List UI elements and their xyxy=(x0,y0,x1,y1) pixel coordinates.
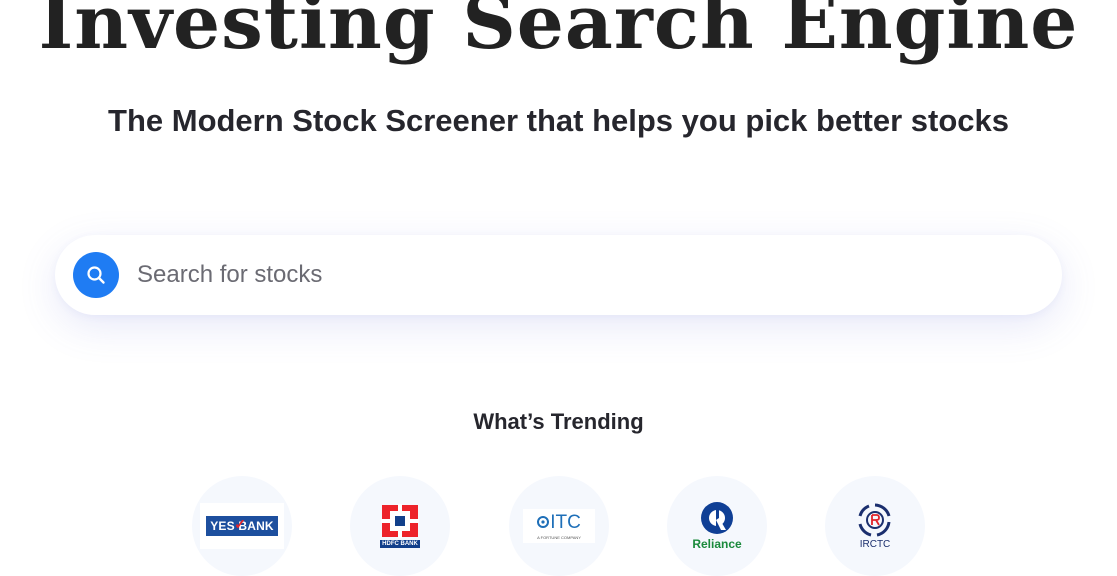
trending-item-reliance[interactable]: Reliance xyxy=(667,476,767,576)
irctc-logo-text: IRCTC xyxy=(859,539,891,550)
itc-logo-text: ITC xyxy=(550,511,581,533)
search-icon xyxy=(87,266,105,284)
yes-bank-logo: YES BANK ✓ xyxy=(200,503,284,549)
irctc-logo: IRCTC xyxy=(855,502,895,550)
itc-tagline: A FORTUNE COMPANY xyxy=(537,534,581,540)
search-button[interactable] xyxy=(73,252,119,298)
reliance-logo-text: Reliance xyxy=(692,537,742,551)
hdfc-bank-logo-text: HDFC BANK xyxy=(380,540,420,548)
itc-swirl-icon xyxy=(537,516,550,528)
trending-item-yes-bank[interactable]: YES BANK ✓ xyxy=(192,476,292,576)
irctc-emblem-icon xyxy=(858,503,891,537)
trending-title: What’s Trending xyxy=(473,409,644,434)
search-bar[interactable] xyxy=(55,235,1062,315)
page-subtitle: The Modern Stock Screener that helps you… xyxy=(108,103,1009,138)
page-title: Investing Search Engine xyxy=(38,0,1079,66)
trending-list: YES BANK ✓ HDFC BANK ITC A FORTUNE COMPA… xyxy=(0,476,1117,576)
hdfc-bank-logo: HDFC BANK xyxy=(380,504,420,548)
search-input[interactable] xyxy=(135,254,1019,296)
trending-item-irctc[interactable]: IRCTC xyxy=(825,476,925,576)
page: Investing Search Engine The Modern Stock… xyxy=(0,0,1117,576)
tick-icon: ✓ xyxy=(234,516,247,532)
trending-item-hdfc-bank[interactable]: HDFC BANK xyxy=(350,476,450,576)
reliance-emblem-icon xyxy=(700,502,733,534)
hdfc-bank-emblem-icon xyxy=(380,504,419,538)
reliance-logo: Reliance xyxy=(692,501,742,551)
trending-item-itc[interactable]: ITC A FORTUNE COMPANY xyxy=(509,476,609,576)
itc-logo: ITC A FORTUNE COMPANY xyxy=(523,509,595,543)
